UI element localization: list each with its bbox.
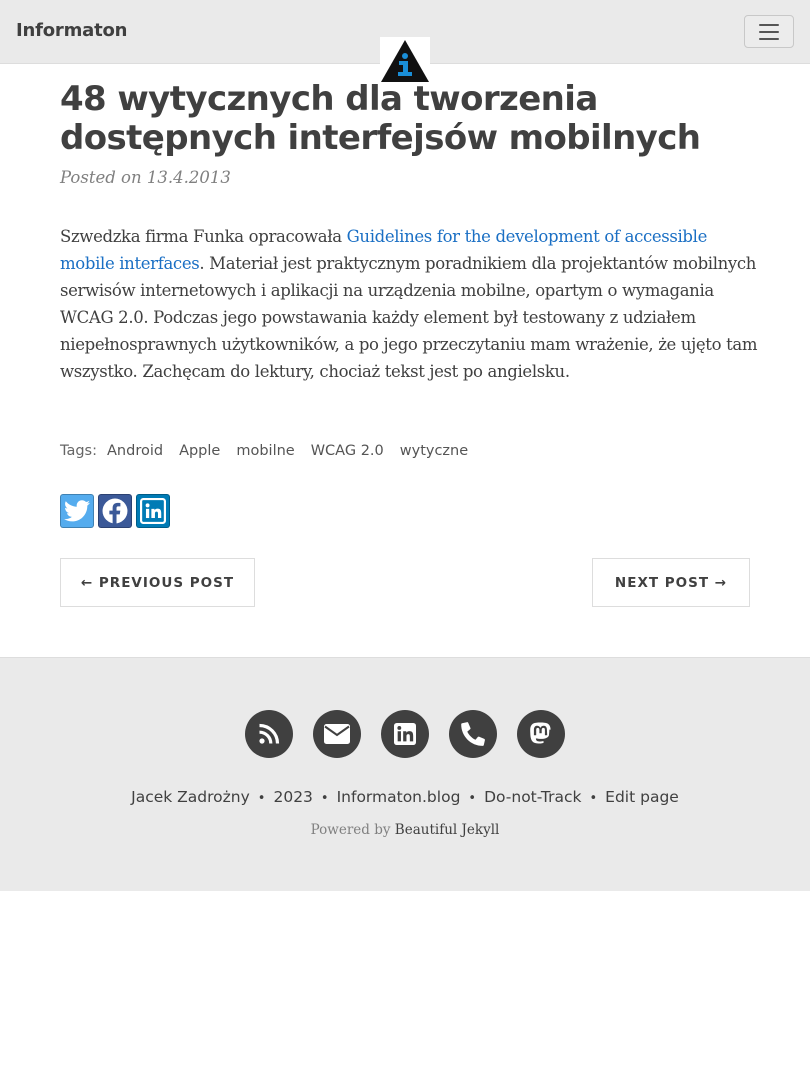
facebook-icon <box>102 498 128 524</box>
post-body: Szwedzka firma Funka opracowała Guidelin… <box>60 223 760 385</box>
tag-link[interactable]: Apple <box>179 443 220 459</box>
linkedin-icon <box>140 498 166 524</box>
do-not-track-link[interactable]: Do-not-Track <box>484 788 581 806</box>
tags-list: Tags: Android Apple mobilne WCAG 2.0 wyt… <box>60 443 468 459</box>
linkedin-icon <box>394 723 416 745</box>
information-logo-icon[interactable] <box>380 37 430 83</box>
separator: • <box>320 791 329 806</box>
linkedin-share-button[interactable] <box>136 494 170 528</box>
separator: • <box>589 791 598 806</box>
email-link[interactable] <box>313 710 361 758</box>
separator: • <box>257 791 266 806</box>
phone-link[interactable] <box>449 710 497 758</box>
menu-toggle-button[interactable] <box>744 15 794 48</box>
year: 2023 <box>273 788 313 806</box>
rss-icon <box>259 723 280 744</box>
share-buttons <box>60 494 170 528</box>
footer: Jacek Zadrożny • 2023 • Informaton.blog • Do-n… <box>0 657 810 891</box>
powered-by: Powered by Beautiful Jekyll <box>0 822 810 838</box>
author-link[interactable]: Jacek Zadrożny <box>131 788 250 806</box>
powered-by-prefix: Powered by <box>310 822 395 838</box>
post-meta: Posted on 13.4.2013 <box>60 168 231 187</box>
rss-link[interactable] <box>245 710 293 758</box>
post-body-intro: Szwedzka firma Funka opracowała <box>60 227 347 246</box>
edit-page-link[interactable]: Edit page <box>605 788 679 806</box>
beautiful-jekyll-link[interactable]: Beautiful Jekyll <box>395 822 500 838</box>
phone-icon <box>461 722 485 746</box>
post-title: 48 wytycznych dla tworzenia dostępnych i… <box>60 79 701 158</box>
site-link[interactable]: Informaton.blog <box>337 788 461 806</box>
tag-link[interactable]: mobilne <box>236 443 294 459</box>
brand-link[interactable]: Informaton <box>16 20 127 41</box>
twitter-share-button[interactable] <box>60 494 94 528</box>
next-post-button[interactable]: NEXT POST → <box>592 558 750 607</box>
mastodon-icon <box>530 722 551 744</box>
top-navbar: Informaton <box>0 0 810 83</box>
twitter-icon <box>64 500 90 522</box>
tag-link[interactable]: WCAG 2.0 <box>311 443 384 459</box>
hamburger-icon <box>759 23 779 26</box>
previous-post-button[interactable]: ← PREVIOUS POST <box>60 558 255 607</box>
tag-link[interactable]: Android <box>107 443 163 459</box>
footer-social-links <box>0 710 810 758</box>
linkedin-profile-link[interactable] <box>381 710 429 758</box>
facebook-share-button[interactable] <box>98 494 132 528</box>
envelope-icon <box>324 724 350 744</box>
footer-links: Jacek Zadrożny • 2023 • Informaton.blog • Do-n… <box>0 788 810 806</box>
tags-label: Tags: <box>60 443 97 459</box>
mastodon-link[interactable] <box>517 710 565 758</box>
separator: • <box>468 791 477 806</box>
post-body-rest: . Materiał jest praktycznym poradnikiem … <box>60 254 758 381</box>
tag-link[interactable]: wytyczne <box>400 443 468 459</box>
